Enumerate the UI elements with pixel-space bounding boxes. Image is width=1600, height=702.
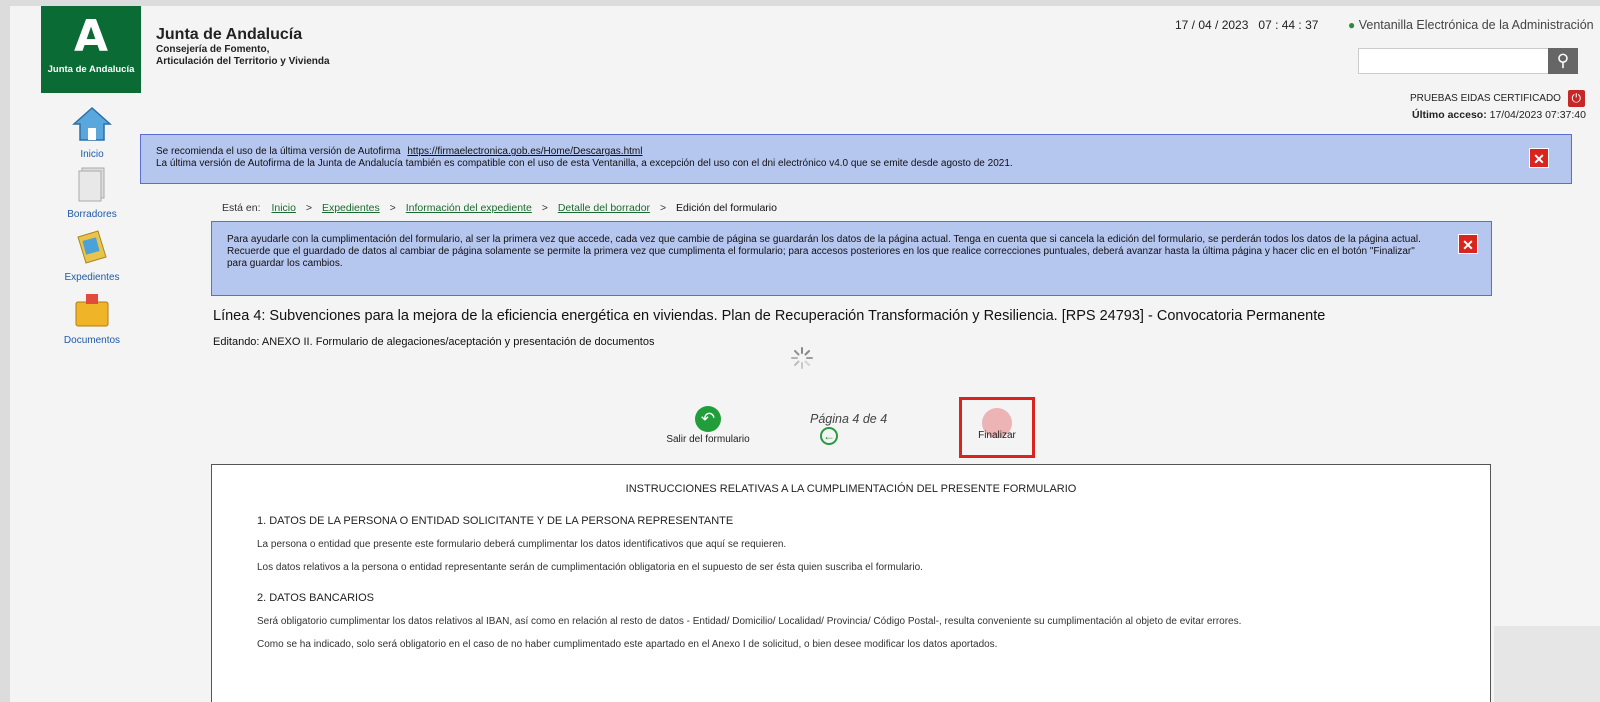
instructions-section-1-p2: Los datos relativos a la persona o entid…: [257, 562, 923, 573]
datetime: 17 / 04 / 2023 07 : 44 : 37: [1175, 18, 1319, 32]
instructions-section-1-p1: La persona o entidad que presente este f…: [257, 539, 787, 550]
folder-icon: [77, 230, 107, 264]
sidebar-item-label: Inicio: [80, 149, 104, 160]
breadcrumb-detalle[interactable]: Detalle del borrador: [558, 202, 650, 214]
notice-line-1: Se recomienda el uso de la última versió…: [156, 146, 1556, 158]
home-icon: [72, 106, 112, 141]
close-icon[interactable]: ✕: [1529, 148, 1549, 168]
breadcrumb-separator: >: [659, 202, 667, 214]
breadcrumb-informacion[interactable]: Información del expediente: [406, 202, 532, 214]
search-input[interactable]: [1358, 48, 1550, 74]
sidebar-item-inicio[interactable]: Inicio: [52, 106, 132, 160]
finalizar-label: Finalizar: [978, 430, 1016, 441]
logo-text: Junta de Andalucía: [47, 64, 135, 75]
exit-form-button[interactable]: ↶ Salir del formulario: [658, 406, 758, 445]
drafts-icon: [78, 167, 105, 202]
autofirma-download-link[interactable]: https://firmaelectronica.gob.es/Home/Des…: [407, 146, 642, 157]
org-line-2: Articulación del Territorio y Vivienda: [156, 56, 330, 67]
breadcrumb-separator: >: [389, 202, 396, 214]
documents-icon: [75, 294, 109, 327]
logout-icon[interactable]: ⏻: [1567, 90, 1585, 107]
notice-paragraph-2: Recuerde que el guardado de datos al cam…: [227, 246, 1415, 269]
breadcrumb-prefix: Está en:: [222, 202, 261, 214]
sidebar-item-label: Expedientes: [64, 272, 120, 283]
last-access-label: Último acceso:: [1412, 109, 1487, 121]
org-header: Junta de Andalucía Consejería de Fomento…: [156, 26, 330, 68]
sidebar-item-label: Documentos: [63, 335, 121, 346]
notice-text: Se recomienda el uso de la última versió…: [156, 146, 401, 157]
close-icon[interactable]: ✕: [1458, 234, 1478, 254]
junta-logo-icon: A: [73, 11, 109, 62]
form-save-notice: Para ayudarle con la cumplimentación del…: [211, 221, 1492, 296]
instructions-section-2-p1: Será obligatorio cumplimentar los datos …: [257, 616, 1242, 627]
notice-line-2: La última versión de Autofirma de la Jun…: [156, 158, 1013, 169]
user-name: PRUEBAS EIDAS CERTIFICADO: [1410, 93, 1561, 105]
instructions-section-2-p2: Como se ha indicado, solo será obligator…: [257, 639, 998, 650]
exit-form-label: Salir del formulario: [666, 434, 750, 445]
page-indicator: Página 4 de 4: [810, 412, 888, 426]
breadcrumb-separator: >: [541, 202, 548, 214]
autofirma-notice: Se recomienda el uso de la última versió…: [140, 134, 1572, 184]
sidebar-item-label: Borradores: [67, 209, 117, 220]
ventanilla-label: Ventanilla Electrónica de la Administrac…: [1358, 18, 1594, 32]
sidebar-item-expedientes[interactable]: Expedientes: [52, 229, 132, 283]
page: A Junta de Andalucía Junta de Andalucía …: [10, 6, 1600, 702]
last-access-value: 17/04/2023 07:37:40: [1489, 109, 1586, 121]
breadcrumb-current: Edición del formulario: [676, 202, 777, 214]
editing-label: Editando: ANEXO II. Formulario de alegac…: [213, 336, 655, 348]
finalizar-button[interactable]: Finalizar: [959, 397, 1035, 458]
instructions-section-2-title: 2. DATOS BANCARIOS: [257, 592, 374, 604]
user-info: PRUEBAS EIDAS CERTIFICADO ⏻: [1410, 90, 1585, 107]
search-button[interactable]: ⚲: [1548, 48, 1578, 74]
org-name: Junta de Andalucía: [156, 26, 303, 43]
org-line-1: Consejería de Fomento,: [156, 44, 270, 55]
notice-paragraph-1: Para ayudarle con la cumplimentación del…: [227, 234, 1421, 245]
breadcrumb-inicio[interactable]: Inicio: [271, 202, 296, 214]
search-icon: ⚲: [1556, 51, 1570, 70]
ventanilla-link[interactable]: ● Ventanilla Electrónica de la Administr…: [1348, 18, 1594, 32]
sidebar-item-borradores[interactable]: Borradores: [52, 166, 132, 220]
instructions-panel: INSTRUCCIONES RELATIVAS A LA CUMPLIMENTA…: [211, 464, 1491, 702]
background-panel: [1494, 626, 1600, 702]
location-pin-icon: ●: [1348, 18, 1356, 32]
loading-spinner-icon: [791, 347, 813, 369]
sidebar-item-documentos[interactable]: Documentos: [52, 292, 132, 346]
last-access: Último acceso: 17/04/2023 07:37:40: [1412, 109, 1586, 121]
breadcrumb-separator: >: [305, 202, 313, 214]
junta-logo[interactable]: A Junta de Andalucía: [41, 6, 141, 93]
form-title: Línea 4: Subvenciones para la mejora de …: [213, 308, 1326, 324]
previous-page-icon[interactable]: ←: [820, 427, 838, 445]
breadcrumb: Está en: Inicio > Expedientes > Informac…: [222, 202, 777, 214]
back-arrow-icon: ↶: [695, 406, 721, 432]
instructions-section-1-title: 1. DATOS DE LA PERSONA O ENTIDAD SOLICIT…: [257, 515, 734, 527]
instructions-heading: INSTRUCCIONES RELATIVAS A LA CUMPLIMENTA…: [625, 483, 1077, 495]
breadcrumb-expedientes[interactable]: Expedientes: [322, 202, 380, 214]
